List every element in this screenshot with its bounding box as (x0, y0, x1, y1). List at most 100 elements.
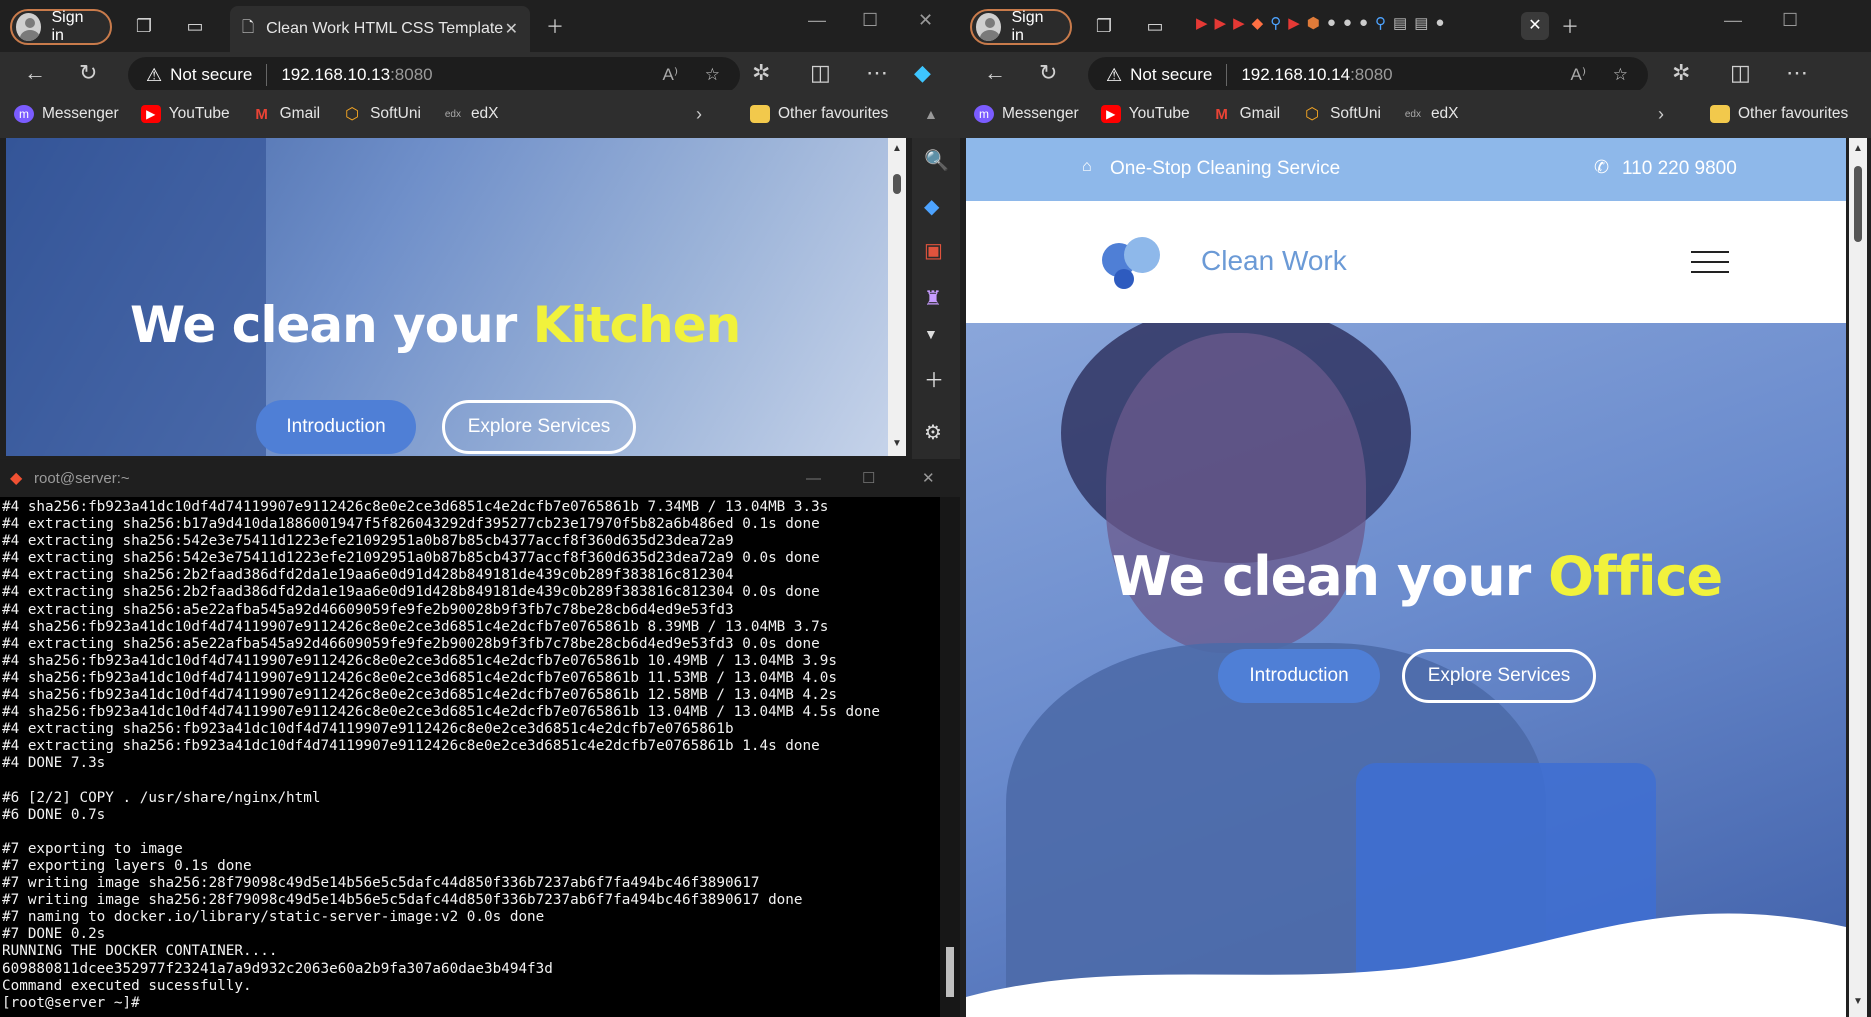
fav-gmail[interactable]: M Gmail (252, 105, 320, 123)
fav-messenger[interactable]: m Messenger (974, 105, 1079, 123)
read-aloud-icon[interactable]: A⁾ (1570, 65, 1586, 85)
tag-icon[interactable]: ◆ (924, 194, 939, 219)
page-scrollbar[interactable]: ▲ ▼ (1849, 138, 1867, 1017)
softuni-tab-icon[interactable]: ⬢ (1307, 14, 1320, 32)
minimize-icon[interactable]: — (806, 470, 821, 487)
terminal-line: #7 writing image sha256:28f79098c49d5e14… (2, 875, 760, 892)
gitlab-tab-icon[interactable]: ◆ (1252, 14, 1264, 32)
games-icon[interactable]: ♜ (924, 286, 942, 311)
terminal-line: #4 sha256:fb923a41dc10df4d74119907e91124… (2, 704, 880, 721)
page-scrollbar[interactable]: ▲ ▼ (888, 138, 906, 456)
fav-messenger[interactable]: m Messenger (14, 105, 119, 123)
read-aloud-icon[interactable]: A⁾ (662, 65, 678, 85)
refresh-icon[interactable]: ↻ (1039, 60, 1057, 86)
scrollbar-thumb[interactable] (893, 174, 901, 194)
tab-actions-icon[interactable]: ▭ (1143, 14, 1167, 38)
sign-in-button[interactable]: Sign in (10, 9, 112, 45)
address-port: :8080 (390, 65, 433, 84)
terminal-output[interactable]: #4 sha256:fb923a41dc10df4d74119907e91124… (2, 499, 940, 1017)
address-bar[interactable]: ⚠ Not secure 192.168.10.14 :8080 A⁾ ☆ (1088, 57, 1648, 93)
other-favourites[interactable]: Other favourites (1710, 105, 1848, 123)
github-tab-icon[interactable]: ● (1435, 14, 1444, 32)
workspaces-icon[interactable]: ❐ (132, 14, 156, 38)
maximize-icon[interactable]: ☐ (862, 469, 875, 487)
copilot-icon[interactable]: ◆ (914, 60, 931, 86)
search-tab-icon[interactable]: ⚲ (1270, 14, 1281, 32)
chevron-right-icon[interactable]: › (696, 104, 702, 125)
github-tab-icon[interactable]: ● (1327, 14, 1336, 32)
fav-edx[interactable]: edx edX (1403, 105, 1459, 123)
workspaces-icon[interactable]: ❐ (1092, 14, 1116, 38)
youtube-tab-icon[interactable]: ▶ (1215, 14, 1227, 32)
minimize-icon[interactable]: — (808, 10, 826, 31)
introduction-button[interactable]: Introduction (1218, 649, 1380, 703)
sign-in-label: Sign in (51, 9, 84, 44)
explore-services-button[interactable]: Explore Services (1402, 649, 1596, 703)
github-tab-icon[interactable]: ● (1359, 14, 1368, 32)
fav-gmail[interactable]: M Gmail (1212, 105, 1280, 123)
tab-active[interactable]: 🗋 Clean Work HTML CSS Template ✕ (230, 6, 530, 52)
fav-youtube[interactable]: ▶ YouTube (1100, 105, 1190, 123)
scroll-up-icon[interactable]: ▲ (892, 143, 902, 154)
back-icon[interactable]: ← (984, 60, 1006, 86)
address-bar[interactable]: ⚠ Not secure 192.168.10.13 :8080 A⁾ ☆ (128, 57, 740, 93)
extensions-icon[interactable]: ✲ (1672, 60, 1690, 86)
settings-icon[interactable]: ⚙ (924, 420, 942, 445)
terminal-line: #4 extracting sha256:b17a9d410da18860019… (2, 516, 820, 533)
scroll-down-icon[interactable]: ▼ (892, 438, 902, 449)
document-tab-icon[interactable]: ▤ (1414, 14, 1428, 32)
favorite-star-icon[interactable]: ☆ (1613, 65, 1628, 85)
youtube-tab-icon[interactable]: ▶ (1288, 14, 1300, 32)
new-tab-icon[interactable]: ＋ (1558, 14, 1582, 38)
youtube-tab-icon[interactable]: ▶ (1233, 14, 1245, 32)
scrollbar-thumb[interactable] (1854, 166, 1862, 242)
logo-icon[interactable] (1102, 233, 1162, 293)
search-icon[interactable]: 🔍 (924, 148, 949, 173)
tab-actions-icon[interactable]: ▭ (183, 14, 207, 38)
toolbox-icon[interactable]: ▣ (924, 238, 943, 263)
fav-softuni[interactable]: ⬡ SoftUni (342, 105, 421, 123)
other-favourites[interactable]: Other favourites (750, 105, 888, 123)
youtube-icon: ▶ (1100, 105, 1121, 123)
sign-in-button[interactable]: Sign in (970, 9, 1072, 45)
split-screen-icon[interactable]: ◫ (810, 60, 831, 86)
more-icon[interactable]: ⋯ (866, 60, 888, 86)
document-tab-icon[interactable]: ▤ (1393, 14, 1407, 32)
fav-youtube[interactable]: ▶ YouTube (140, 105, 230, 123)
introduction-button[interactable]: Introduction (256, 400, 416, 454)
scrollbar-thumb[interactable] (946, 947, 954, 997)
back-icon[interactable]: ← (24, 60, 46, 86)
favorite-star-icon[interactable]: ☆ (705, 65, 720, 85)
phone-number[interactable]: 110 220 9800 (1622, 158, 1737, 180)
refresh-icon[interactable]: ↻ (79, 60, 97, 86)
search-tab-icon[interactable]: ⚲ (1375, 14, 1386, 32)
profile-avatar-icon (976, 13, 1002, 41)
split-screen-icon[interactable]: ◫ (1730, 60, 1751, 86)
minimize-icon[interactable]: — (1724, 10, 1742, 31)
terminal-line: #4 sha256:fb923a41dc10df4d74119907e91124… (2, 618, 829, 635)
maximize-icon[interactable]: ☐ (1782, 10, 1798, 31)
more-icon[interactable]: ⋯ (1786, 60, 1808, 86)
close-tab-icon[interactable]: ✕ (505, 19, 518, 39)
chevron-right-icon[interactable]: › (1658, 104, 1664, 125)
fav-label: Gmail (279, 105, 321, 122)
youtube-tab-icon[interactable]: ▶ (1196, 14, 1208, 32)
maximize-icon[interactable]: ☐ (862, 10, 878, 31)
close-window-icon[interactable]: ✕ (918, 10, 933, 31)
fav-softuni[interactable]: ⬡ SoftUni (1302, 105, 1381, 123)
github-tab-icon[interactable]: ● (1343, 14, 1352, 32)
terminal-scrollbar[interactable] (940, 497, 960, 1017)
brand-name[interactable]: Clean Work (1201, 245, 1347, 277)
add-icon[interactable]: ＋ (924, 364, 944, 393)
extensions-icon[interactable]: ✲ (752, 60, 770, 86)
new-tab-icon[interactable]: ＋ (543, 14, 567, 38)
close-tab-icon[interactable]: ✕ (1521, 12, 1549, 40)
collapse-favorites-icon[interactable]: ▲ (924, 106, 938, 122)
scroll-up-icon[interactable]: ▲ (1853, 143, 1863, 154)
fav-edx[interactable]: edx edX (443, 105, 499, 123)
hamburger-menu-icon[interactable] (1691, 251, 1729, 273)
chevron-down-icon[interactable]: ▼ (924, 326, 938, 342)
close-window-icon[interactable]: ✕ (922, 469, 935, 487)
scroll-down-icon[interactable]: ▼ (1853, 996, 1863, 1007)
explore-services-button[interactable]: Explore Services (442, 400, 636, 454)
